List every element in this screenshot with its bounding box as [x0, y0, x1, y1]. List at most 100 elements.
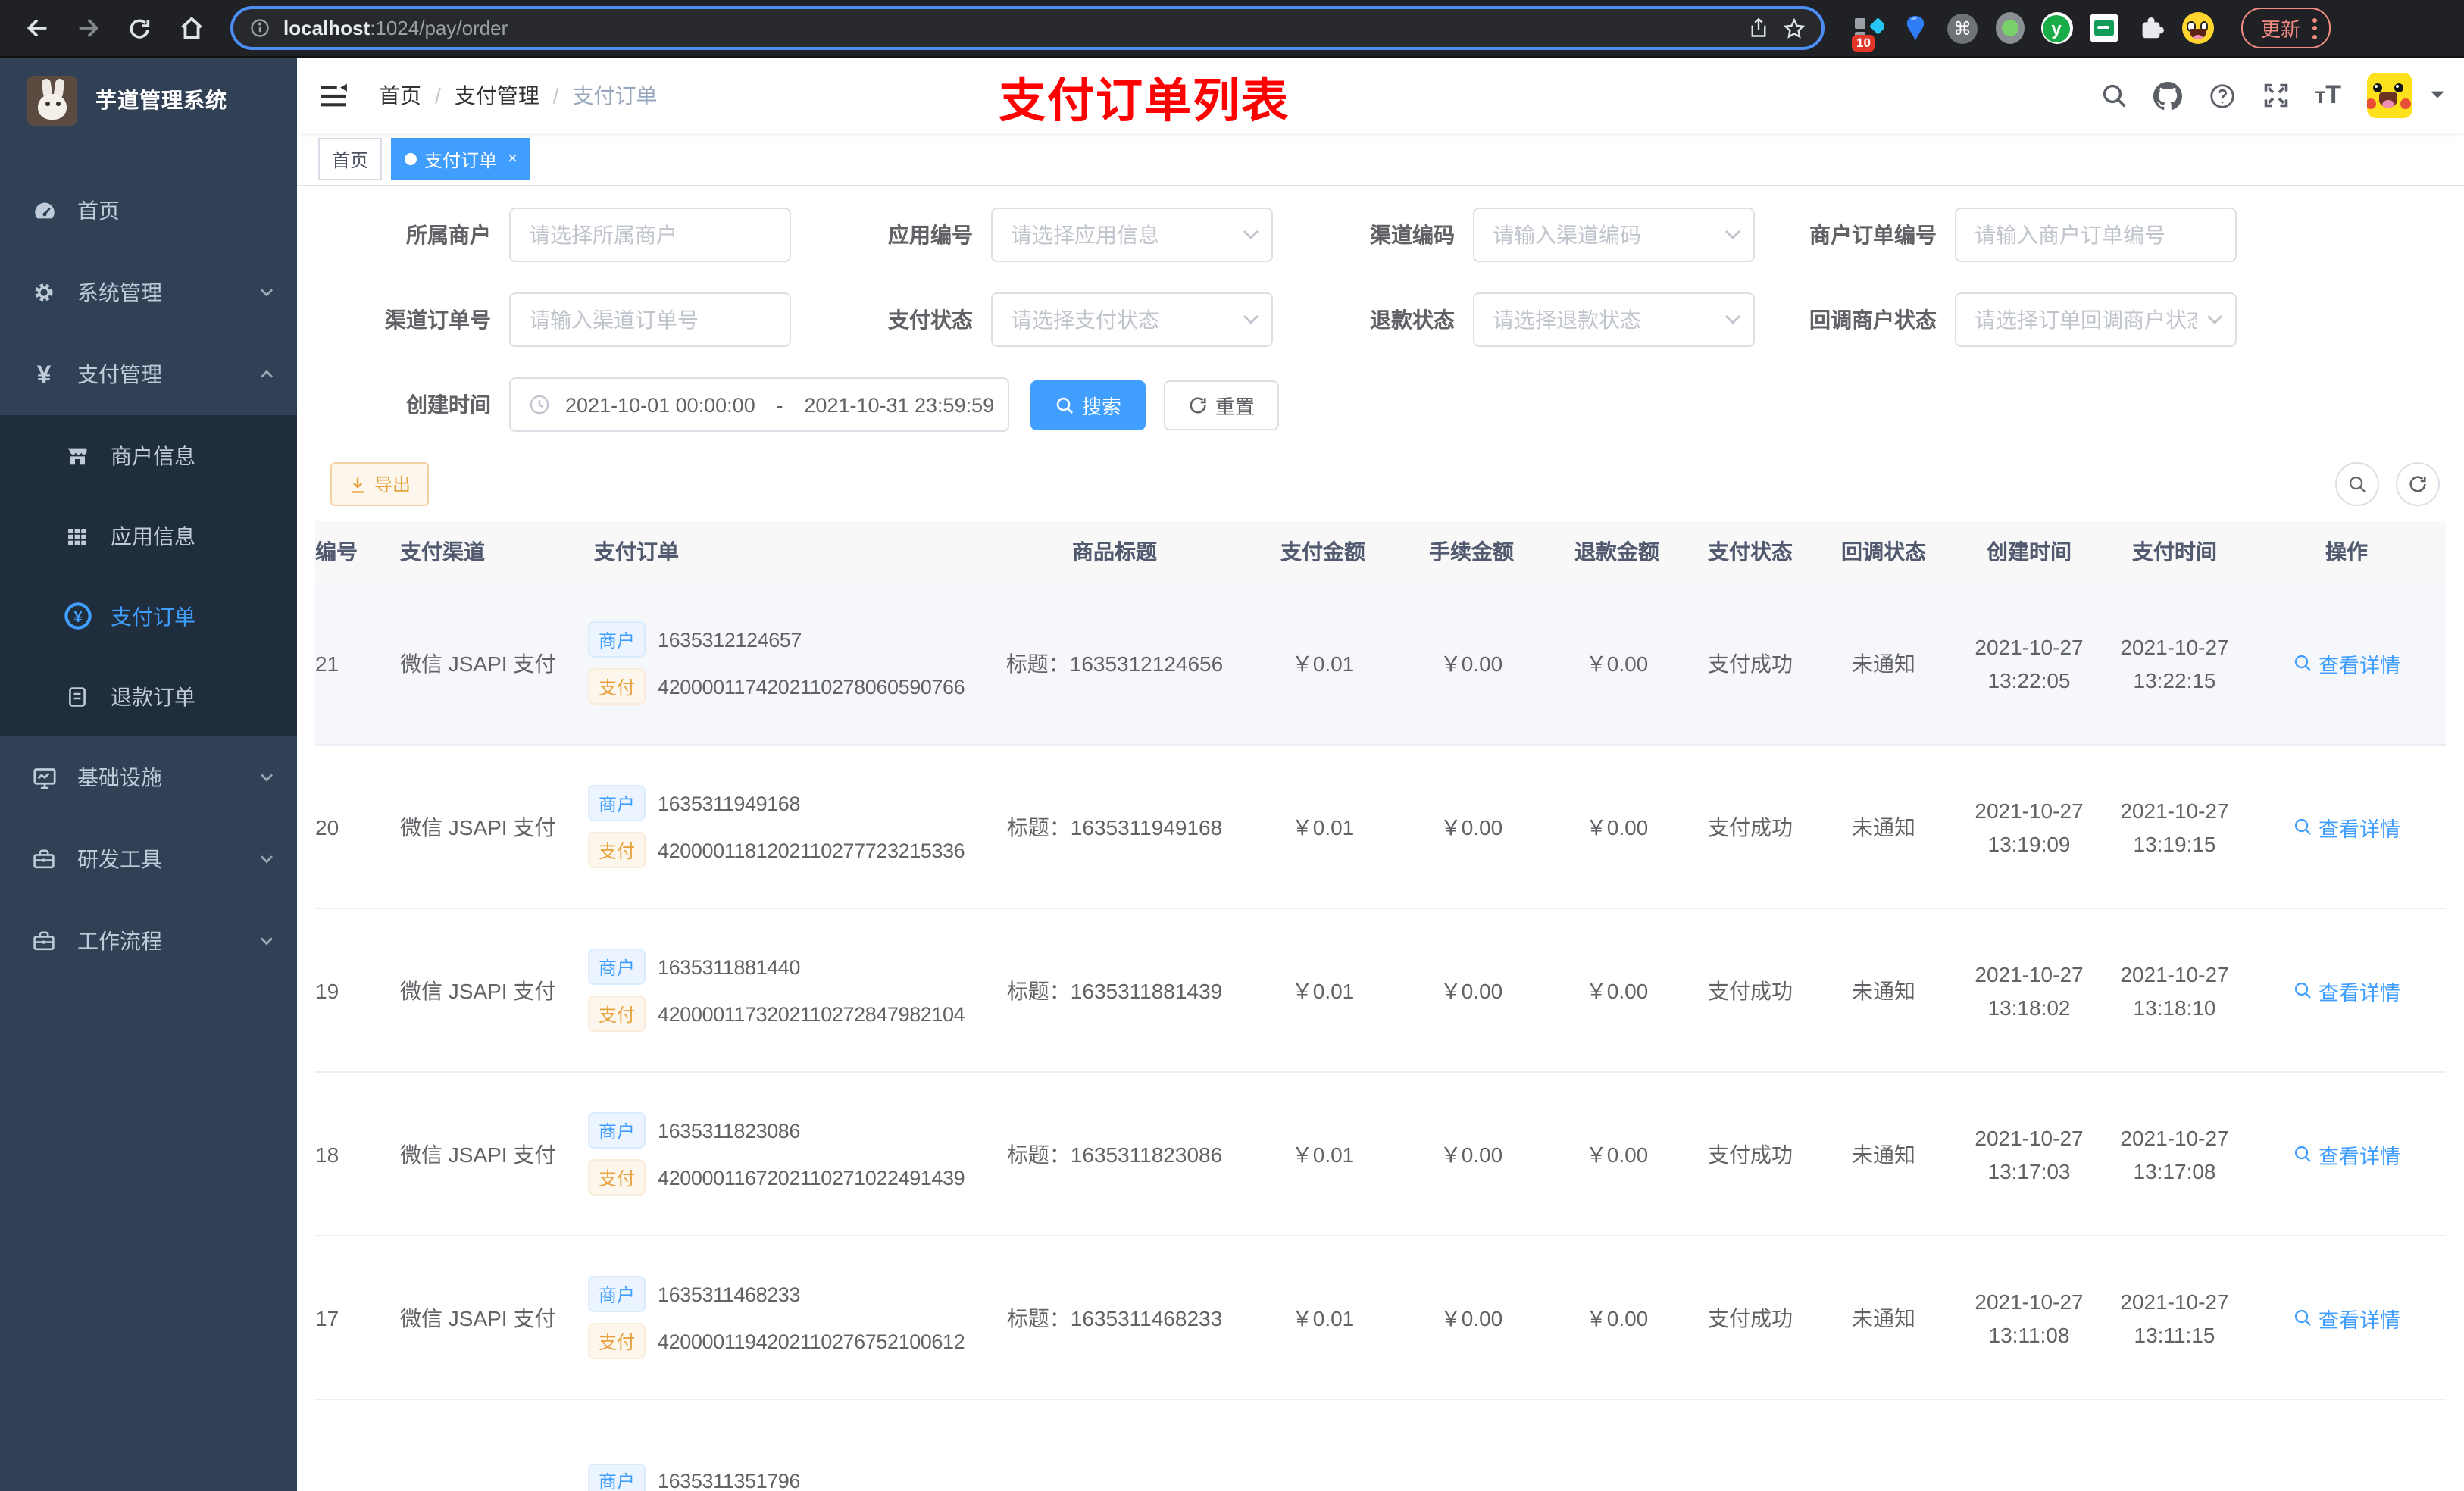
table-header-row: 编号 支付渠道 支付订单 商品标题 支付金额 手续金额 退款金额 支付状态 回调状态 创建时间 支付… — [315, 521, 2446, 582]
browser-update-button[interactable]: 更新 — [2241, 8, 2331, 48]
filter-label: 渠道编码 — [1370, 223, 1455, 247]
sidebar-item-首页[interactable]: 首页 — [0, 170, 297, 252]
font-size-icon[interactable]: TT — [2315, 80, 2341, 111]
filter-date-row: 创建时间 2021-10-01 00:00:00 - 2021-10-31 23… — [315, 377, 2446, 432]
cell-title: 标题：1635311468233 — [1006, 1305, 1223, 1330]
breadcrumb-pay-mgmt[interactable]: 支付管理 — [455, 80, 539, 111]
back-icon[interactable] — [15, 7, 58, 49]
column-header-支付状态: 支付状态 — [1708, 539, 1793, 564]
browser-toolbar: localhost:1024/pay/order 10 ⌘ y 更新 — [0, 0, 2464, 58]
cell-pay-status: 支付成功 — [1708, 651, 1793, 675]
cell-callback-status: 未通知 — [1852, 1142, 1915, 1166]
dashboard-icon — [29, 198, 59, 223]
filter-input[interactable]: 请输入渠道订单号 — [509, 292, 791, 347]
sidebar-item-退款订单[interactable]: 退款订单 — [0, 656, 297, 736]
cell-create-time: 2021-10-27 13:18:02 — [1975, 961, 2084, 1019]
breadcrumb-home[interactable]: 首页 — [379, 80, 421, 111]
view-detail-link[interactable]: 查看详情 — [2293, 811, 2400, 842]
sidebar-item-支付管理[interactable]: ¥ 支付管理 — [0, 333, 297, 415]
filter-label: 应用编号 — [888, 223, 973, 247]
filter-select[interactable]: 请输入渠道编码 — [1473, 208, 1755, 262]
table-toolbar: 导出 — [315, 462, 2446, 506]
search-icon[interactable] — [2100, 82, 2128, 109]
extension-shapes-icon[interactable]: 10 — [1852, 11, 1885, 51]
github-icon[interactable] — [2153, 81, 2182, 110]
sidebar-item-工作流程[interactable]: 工作流程 — [0, 900, 297, 982]
sidebar-item-应用信息[interactable]: 应用信息 — [0, 495, 297, 576]
extension-circle-icon[interactable] — [1993, 11, 2026, 45]
table-row: 21 微信 JSAPI 支付 商户 1635312124657 支付 4200001174… — [315, 582, 2446, 746]
extension-y-icon[interactable]: y — [2040, 11, 2073, 45]
filter-select[interactable]: 请选择支付状态 — [991, 292, 1273, 347]
cell-pay-time: 2021-10-27 13:22:15 — [2120, 634, 2229, 692]
tag-close-icon[interactable]: × — [508, 150, 518, 167]
date-range-input[interactable]: 2021-10-01 00:00:00 - 2021-10-31 23:59:5… — [509, 377, 1009, 432]
placeholder-text: 请选择订单回调商户状态 — [1975, 308, 2197, 332]
pay-tag: 支付 — [588, 832, 646, 868]
column-header-退款金额: 退款金额 — [1574, 539, 1659, 564]
placeholder-text: 请选择退款状态 — [1493, 308, 1641, 332]
cell-pay-time: 2021-10-27 13:11:15 — [2120, 1289, 2229, 1346]
filter-input[interactable]: 请输入商户订单编号 — [1955, 208, 2237, 262]
help-icon[interactable] — [2208, 81, 2237, 110]
pay-order-table: 编号 支付渠道 支付订单 商品标题 支付金额 手续金额 退款金额 支付状态 回调状态 创建时间 支付… — [315, 521, 2446, 1491]
site-info-icon[interactable] — [249, 17, 271, 39]
forward-icon[interactable] — [67, 7, 109, 49]
filter-select[interactable]: 请选择应用信息 — [991, 208, 1273, 262]
placeholder-text: 请选择支付状态 — [1011, 308, 1159, 332]
caret-down-icon[interactable] — [2429, 89, 2446, 102]
extension-puzzle-icon[interactable] — [2134, 11, 2167, 45]
bookmark-star-icon[interactable] — [1782, 16, 1806, 40]
filter-label: 渠道订单号 — [385, 308, 491, 332]
app-logo-rabbit — [27, 75, 77, 125]
extension-command-icon[interactable]: ⌘ — [1946, 11, 1979, 45]
pay-order-icon: ¥ — [62, 602, 92, 630]
refund-icon — [62, 684, 92, 708]
view-detail-link[interactable]: 查看详情 — [2293, 975, 2400, 1005]
refresh-icon[interactable] — [2396, 462, 2440, 506]
export-button[interactable]: 导出 — [330, 462, 430, 506]
column-header-编号: 编号 — [315, 539, 358, 564]
filter-item-回调商户状态: 回调商户状态 请选择订单回调商户状态 — [1773, 292, 2255, 347]
address-bar[interactable]: localhost:1024/pay/order — [230, 6, 1825, 50]
toggle-search-icon[interactable] — [2335, 462, 2379, 506]
filter-item-渠道订单号: 渠道订单号 请输入渠道订单号 — [327, 292, 809, 347]
fullscreen-icon[interactable] — [2262, 82, 2290, 109]
extension-chat-icon[interactable] — [2087, 11, 2120, 45]
reload-icon[interactable] — [118, 7, 161, 49]
cell-amount: ￥0.01 — [1291, 978, 1355, 1002]
filter-input[interactable]: 请选择所属商户 — [509, 208, 791, 262]
extension-emoji-icon[interactable] — [2181, 11, 2214, 45]
cell-refund: ￥0.00 — [1585, 814, 1649, 839]
sidebar-item-商户信息[interactable]: 商户信息 — [0, 415, 297, 495]
sidebar-toggle-icon[interactable] — [318, 83, 349, 108]
sidebar-item-基础设施[interactable]: 基础设施 — [0, 736, 297, 818]
view-detail-link[interactable]: 查看详情 — [2293, 648, 2400, 678]
merchant-tag: 商户 — [588, 1276, 646, 1312]
home-icon[interactable] — [170, 7, 212, 49]
filter-label: 商户订单编号 — [1809, 223, 1937, 247]
share-icon[interactable] — [1747, 17, 1770, 39]
sidebar-item-支付订单[interactable]: ¥ 支付订单 — [0, 576, 297, 656]
view-detail-link[interactable]: 查看详情 — [2293, 1139, 2400, 1169]
cell-pay-order: 商户 1635311351796 — [573, 1463, 982, 1491]
tag-home[interactable]: 首页 — [318, 138, 383, 180]
cell-amount: ￥0.01 — [1291, 1142, 1355, 1166]
sidebar-item-研发工具[interactable]: 研发工具 — [0, 818, 297, 900]
cell-actions: 查看详情 — [2247, 1139, 2446, 1169]
page-content: 所属商户 请选择所属商户 应用编号 请选择应用信息 渠道编码 请输入渠道编码 商户订单编号请… — [297, 186, 2464, 1491]
filter-select[interactable]: 请选择订单回调商户状态 — [1955, 292, 2237, 347]
column-header-支付渠道: 支付渠道 — [400, 539, 485, 564]
view-detail-link[interactable]: 查看详情 — [2293, 1302, 2400, 1333]
filter-select[interactable]: 请选择退款状态 — [1473, 292, 1755, 347]
app-logo-row[interactable]: 芋道管理系统 — [0, 58, 297, 142]
search-button[interactable]: 搜索 — [1030, 380, 1146, 430]
extension-balloon-icon[interactable] — [1899, 11, 1932, 45]
browser-menu-icon[interactable] — [2312, 17, 2318, 39]
cell-amount: ￥0.01 — [1291, 814, 1355, 839]
avatar[interactable] — [2367, 73, 2412, 118]
reset-button[interactable]: 重置 — [1164, 380, 1280, 430]
tag-pay-order[interactable]: 支付订单 × — [391, 138, 531, 180]
sidebar-item-系统管理[interactable]: 系统管理 — [0, 252, 297, 333]
cell-channel: 微信 JSAPI 支付 — [400, 814, 556, 839]
